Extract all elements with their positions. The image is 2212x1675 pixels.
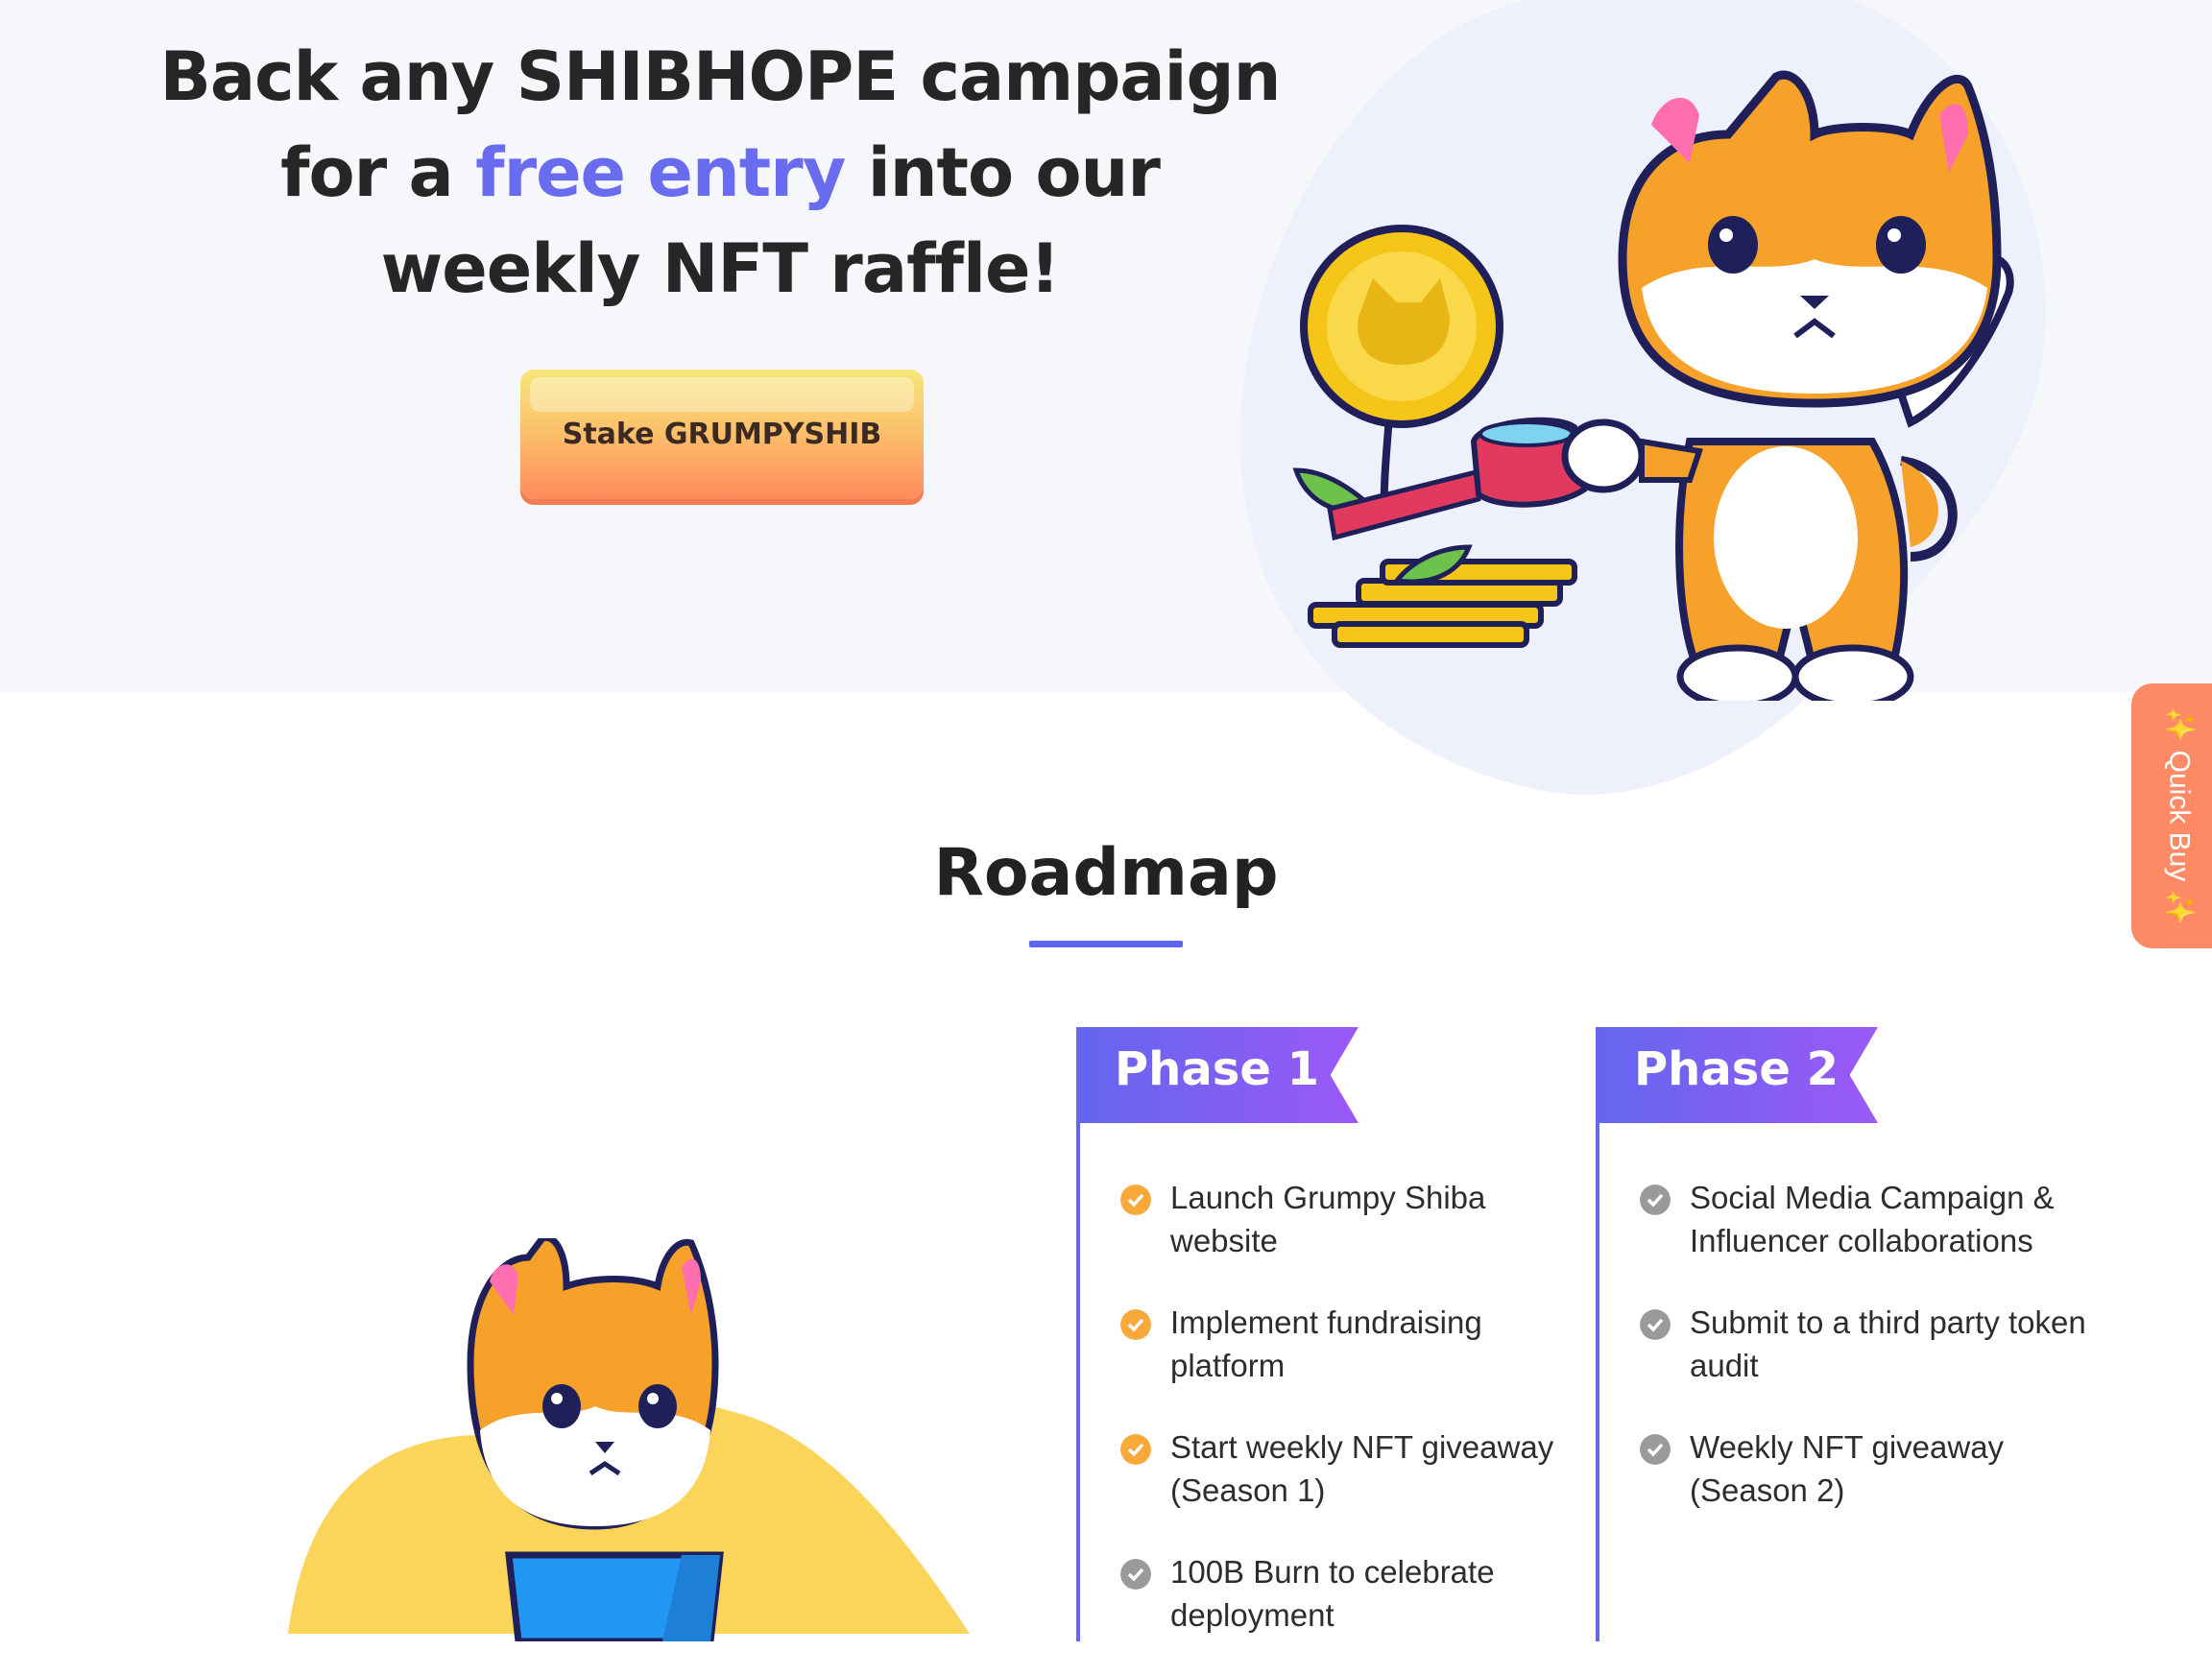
stake-button-label: Stake GRUMPYSHIB (562, 418, 882, 451)
roadmap-title-underline (1029, 941, 1183, 947)
check-circle-icon (1640, 1184, 1671, 1215)
check-circle-icon (1640, 1434, 1671, 1465)
phase-2-label: Phase 2 (1634, 1042, 1839, 1096)
list-item: Submit to a third party token audit (1640, 1301, 2091, 1387)
phase-1-label: Phase 1 (1115, 1042, 1319, 1096)
list-item: 100B Burn to celebrate deployment (1120, 1550, 1572, 1637)
watering-can-icon (1327, 417, 1588, 541)
list-item: Launch Grumpy Shiba website (1120, 1176, 1572, 1262)
phase-1-card: Phase 1 Launch Grumpy Shiba website Impl… (1076, 1027, 1599, 1641)
check-circle-icon (1120, 1559, 1151, 1590)
list-item: Implement fundraising platform (1120, 1301, 1572, 1387)
check-circle-icon (1120, 1434, 1151, 1465)
list-item-text: Submit to a third party token audit (1690, 1304, 2086, 1383)
hero-headline-highlight: free entry (475, 133, 846, 212)
list-item-text: Start weekly NFT giveaway (Season 1) (1170, 1429, 1554, 1508)
phase-2-list: Social Media Campaign & Influencer colla… (1640, 1176, 2091, 1550)
grumpy-coin-icon (1300, 225, 1503, 428)
roadmap-title: Roadmap (933, 835, 1279, 911)
list-item-text: Launch Grumpy Shiba website (1170, 1180, 1486, 1258)
phase-1-tag: Phase 1 (1076, 1027, 1358, 1123)
shiba-dog-icon (1561, 70, 2014, 701)
list-item: Weekly NFT giveaway (Season 2) (1640, 1425, 2091, 1512)
check-circle-icon (1640, 1309, 1671, 1340)
hero-headline: Back any SHIBHOPE campaign for a free en… (144, 29, 1296, 317)
shiba-dog-icon (467, 1238, 719, 1530)
shiba-watering-coin-illustration (1292, 70, 2014, 701)
phase-2-tag: Phase 2 (1596, 1027, 1878, 1123)
list-item: Social Media Campaign & Influencer colla… (1640, 1176, 2091, 1262)
laptop-icon (505, 1551, 724, 1641)
list-item: Start weekly NFT giveaway (Season 1) (1120, 1425, 1572, 1512)
check-circle-icon (1120, 1309, 1151, 1340)
list-item-text: Implement fundraising platform (1170, 1304, 1482, 1383)
list-item-text: 100B Burn to celebrate deployment (1170, 1554, 1495, 1633)
stake-button[interactable]: Stake GRUMPYSHIB (520, 370, 924, 499)
shiba-laptop-illustration (288, 1238, 970, 1641)
list-item-text: Social Media Campaign & Influencer colla… (1690, 1180, 2055, 1258)
check-circle-icon (1120, 1184, 1151, 1215)
phase-1-list: Launch Grumpy Shiba website Implement fu… (1120, 1176, 1572, 1675)
list-item-text: Weekly NFT giveaway (Season 2) (1690, 1429, 2005, 1508)
phase-2-card: Phase 2 Social Media Campaign & Influenc… (1596, 1027, 2118, 1641)
